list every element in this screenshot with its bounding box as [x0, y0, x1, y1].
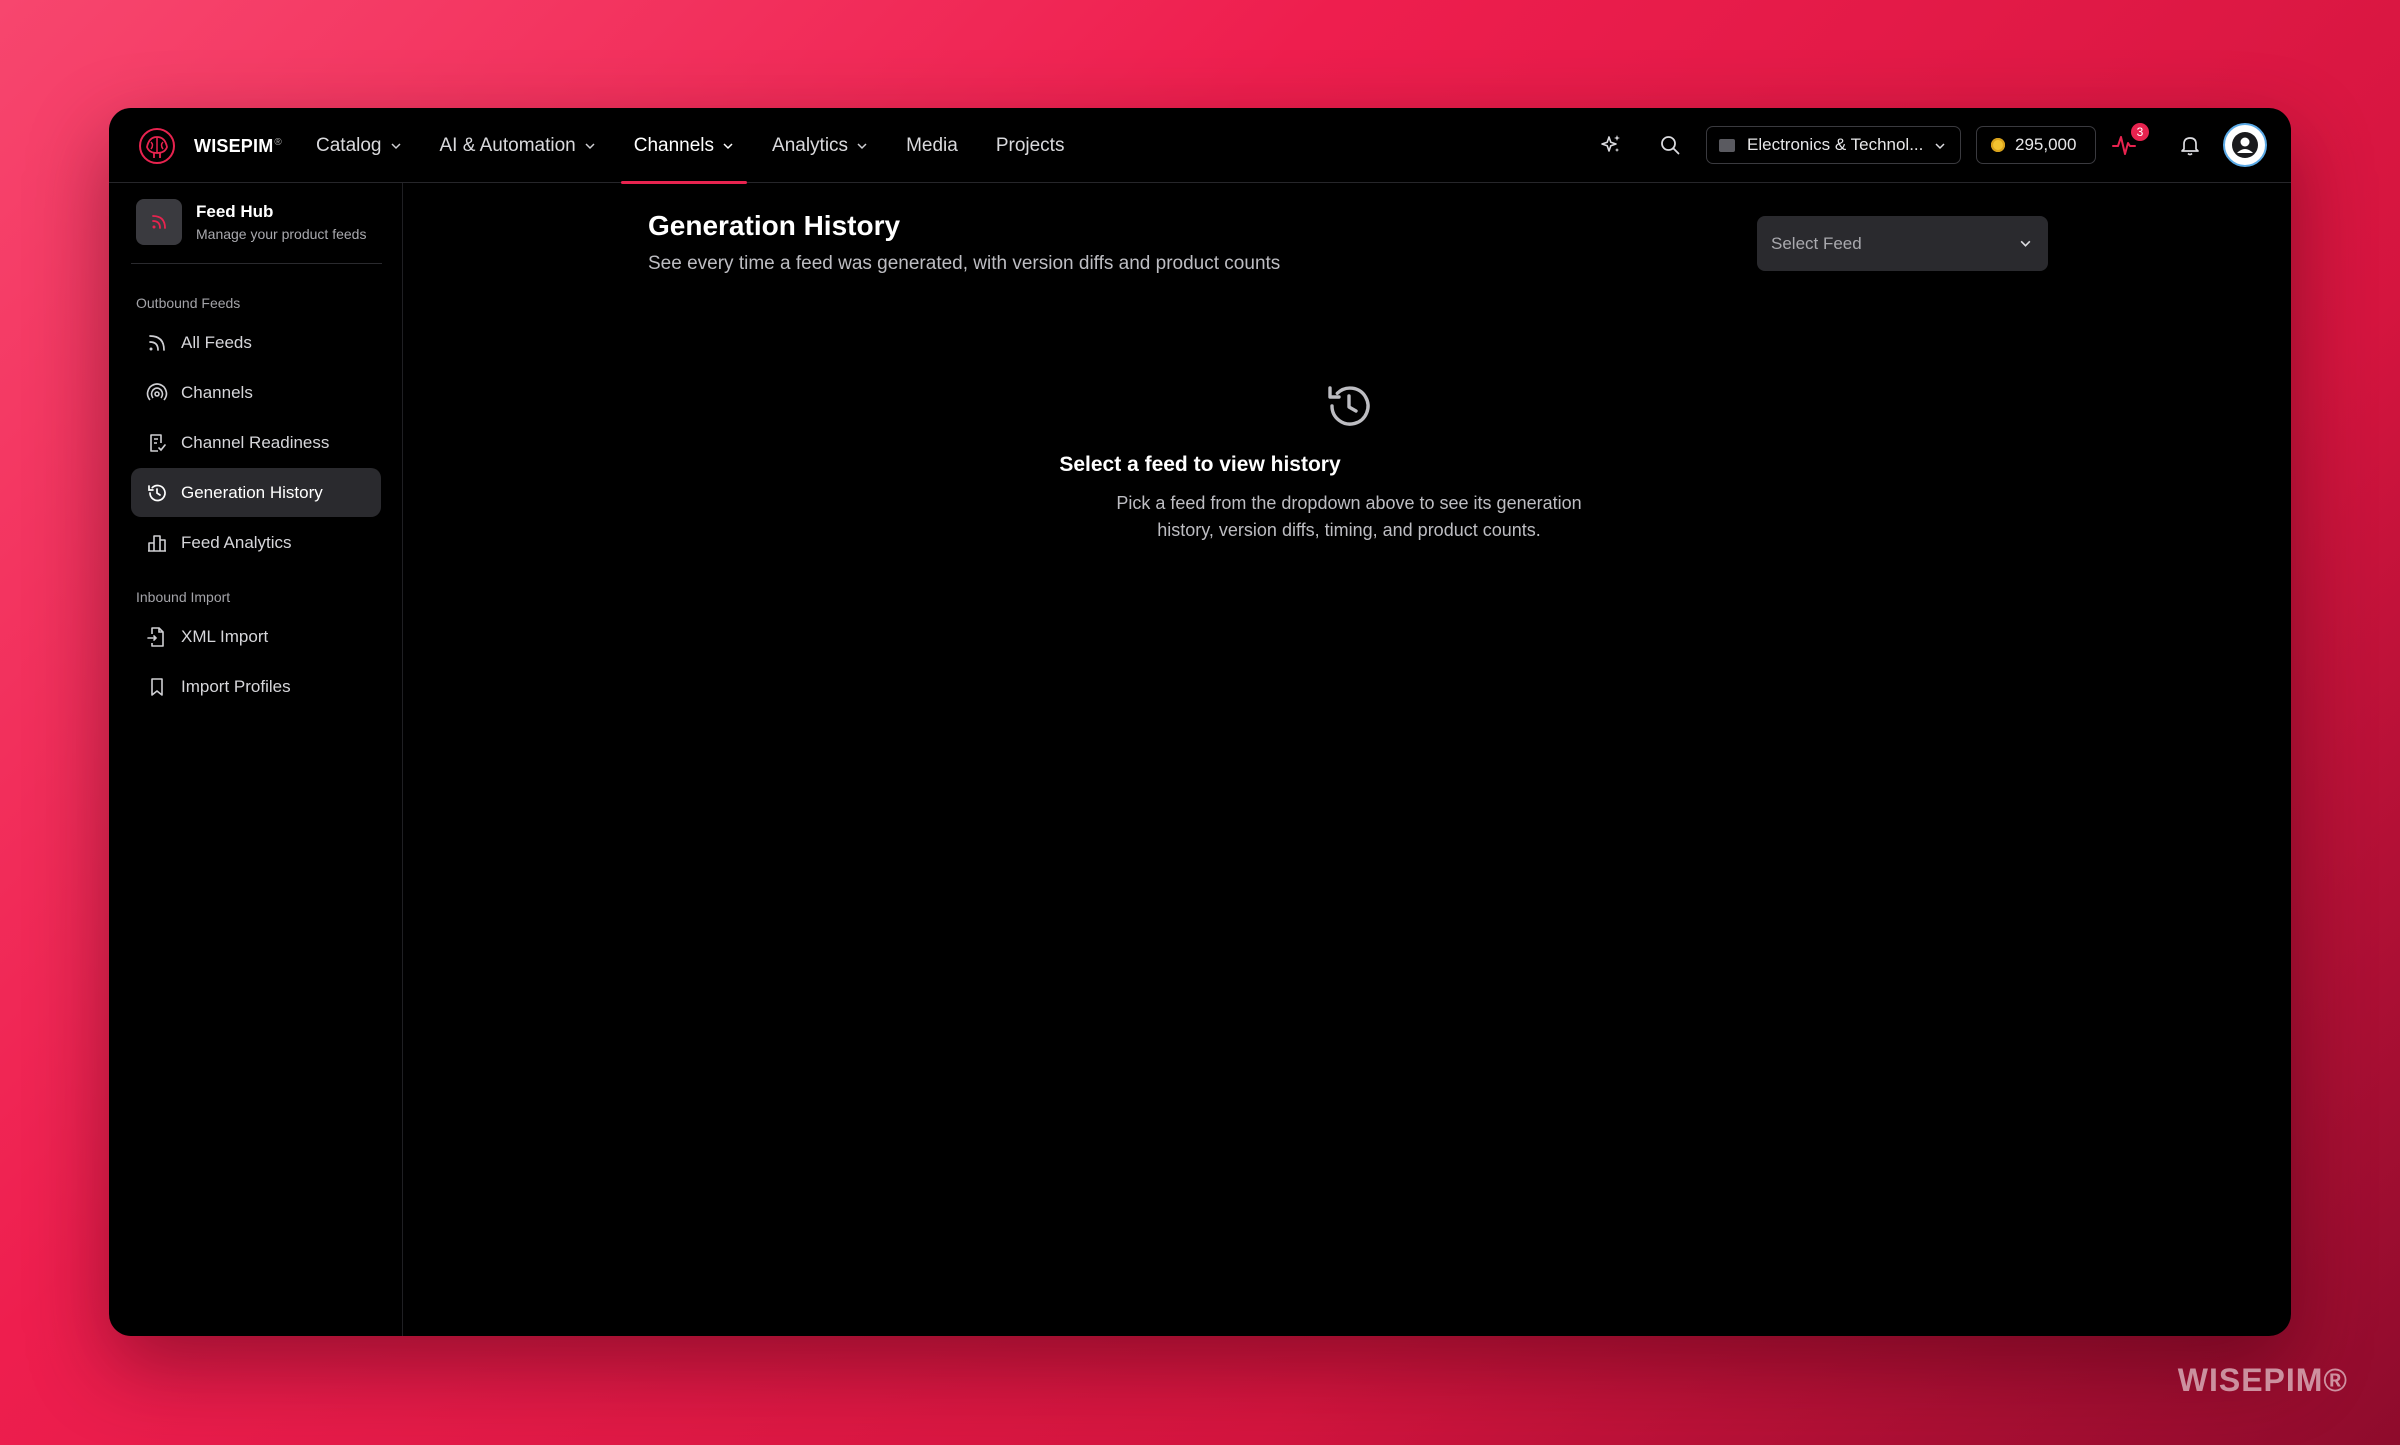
nav-channels-label: Channels	[633, 134, 715, 156]
nav-catalog-label: Catalog	[316, 134, 382, 156]
nav-analytics-label: Analytics	[772, 134, 849, 156]
broadcast-icon	[145, 381, 169, 405]
brand[interactable]: WISEPIM®	[137, 126, 282, 166]
user-icon	[2232, 132, 2258, 158]
page-title: Generation History	[648, 210, 901, 241]
search-button[interactable]	[1655, 130, 1685, 160]
divider	[131, 263, 382, 264]
sidebar-item-label: Generation History	[181, 482, 323, 502]
feed-select-placeholder: Select Feed	[1771, 233, 1862, 253]
sidebar-item-feed-analytics[interactable]: Feed Analytics	[131, 518, 381, 567]
nav-projects-label: Projects	[995, 134, 1065, 156]
chevron-down-icon	[723, 142, 733, 149]
clipboard-check-icon	[145, 431, 169, 455]
sidebar-item-label: Feed Analytics	[181, 532, 292, 552]
sidebar-item-import-profiles[interactable]: Import Profiles	[131, 662, 381, 711]
top-navbar: WISEPIM® Catalog AI & Automation Channel…	[109, 108, 2291, 184]
chevron-down-icon	[1935, 143, 1945, 150]
search-icon	[1661, 136, 1680, 155]
credits-balance[interactable]: 295,000	[1976, 126, 2096, 164]
nav-analytics[interactable]: Analytics	[759, 108, 881, 183]
nav-ai-automation[interactable]: AI & Automation	[427, 108, 609, 183]
nav-media-label: Media	[906, 134, 958, 156]
sidebar-item-label: Import Profiles	[181, 676, 291, 696]
nav-catalog[interactable]: Catalog	[303, 108, 415, 183]
empty-state-description: Pick a feed from the dropdown above to s…	[1116, 493, 1582, 540]
nav-projects[interactable]: Projects	[983, 108, 1078, 183]
activity-count-badge: 3	[2131, 123, 2149, 141]
history-icon	[145, 481, 169, 505]
workspace-name: Electronics & Technol...	[1747, 135, 1924, 154]
sidebar-item-label: Channel Readiness	[181, 432, 330, 452]
sidebar-item-channels[interactable]: Channels	[131, 368, 381, 417]
rss-icon	[145, 331, 169, 355]
chevron-down-icon	[857, 142, 867, 149]
bar-chart-icon	[145, 531, 169, 555]
feed-hub-header: Feed Hub Manage your product feeds	[136, 199, 366, 245]
empty-state-title: Select a feed to view history	[1059, 453, 1341, 476]
sidebar-item-label: XML Import	[181, 626, 269, 646]
coin-icon	[1991, 138, 2005, 152]
sidebar-item-label: All Feeds	[181, 332, 252, 352]
watermark: WISEPIM®	[2177, 1362, 2348, 1398]
ai-sparkles-button[interactable]	[1596, 130, 1626, 160]
sidebar: Feed Hub Manage your product feeds Outbo…	[109, 183, 403, 1336]
bell-icon	[2181, 137, 2199, 156]
chevron-down-icon	[390, 142, 401, 149]
credits-value: 295,000	[2015, 135, 2077, 154]
main-nav: Catalog AI & Automation Channels Analyti…	[303, 108, 1089, 184]
chevron-down-icon	[2020, 240, 2031, 247]
file-import-icon	[145, 625, 169, 649]
nav-channels[interactable]: Channels	[620, 108, 748, 184]
notifications-button[interactable]	[2175, 130, 2205, 160]
sidebar-item-all-feeds[interactable]: All Feeds	[131, 318, 381, 367]
feed-select-dropdown[interactable]: Select Feed	[1757, 216, 2048, 271]
workspace-selector[interactable]: Electronics & Technol...	[1706, 126, 1961, 164]
section-label-inbound: Inbound Import	[136, 589, 231, 605]
user-avatar-button[interactable]	[2223, 123, 2267, 167]
sidebar-item-xml-import[interactable]: XML Import	[131, 612, 381, 661]
app-window: WISEPIM® Catalog AI & Automation Channel…	[109, 108, 2291, 1336]
nav-ai-automation-label: AI & Automation	[439, 134, 576, 156]
brain-logo-icon	[139, 128, 175, 164]
workspace-icon	[1719, 138, 1735, 152]
feed-hub-subtitle: Manage your product feeds	[196, 226, 367, 242]
section-label-outbound: Outbound Feeds	[136, 295, 241, 311]
history-icon	[1328, 386, 1370, 426]
chevron-down-icon	[585, 142, 595, 149]
feed-hub-title: Feed Hub	[196, 202, 274, 221]
brand-name: WISEPIM®	[194, 135, 282, 156]
rss-icon	[152, 215, 166, 229]
feed-hub-icon	[136, 199, 182, 245]
sparkles-icon	[1601, 135, 1620, 152]
sidebar-item-label: Channels	[181, 382, 253, 402]
page-subtitle: See every time a feed was generated, wit…	[648, 253, 1281, 274]
nav-media[interactable]: Media	[893, 108, 971, 183]
bookmark-icon	[145, 675, 169, 699]
